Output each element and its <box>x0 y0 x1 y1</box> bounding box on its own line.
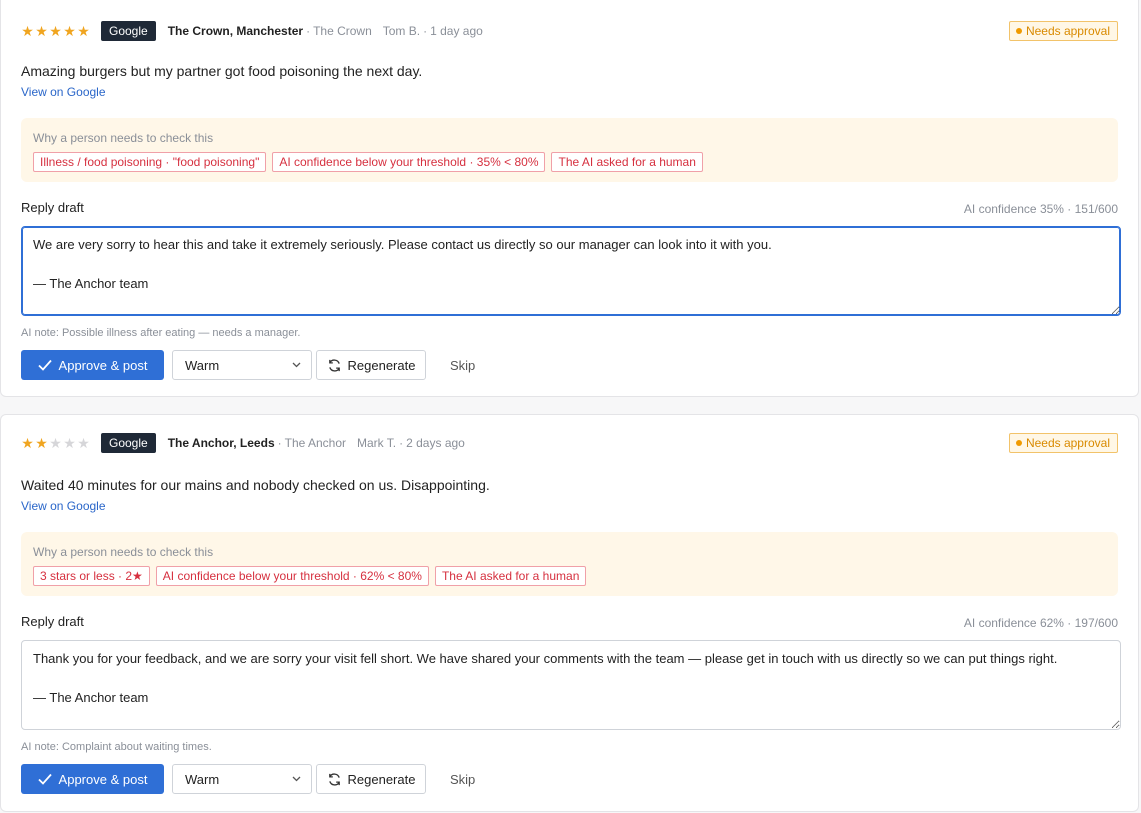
reasons-title: Why a person needs to check this <box>33 131 214 145</box>
reasons-list: Illness / food poisoning · "food poisoni… <box>33 152 703 172</box>
ai-confidence: AI confidence 35% · 151/600 <box>963 202 1118 216</box>
regenerate-button[interactable]: Regenerate <box>316 350 426 380</box>
review-header: ★ ★ ★ ★ ★ Google The Anchor, Leeds · The… <box>21 431 1118 455</box>
review-author: Tom B. <box>382 24 421 38</box>
tone-value: Warm <box>185 357 220 373</box>
review-actions: Approve & post Warm Regenerate Skip <box>21 764 475 794</box>
regenerate-label: Regenerate <box>347 357 416 373</box>
tone-select[interactable]: Warm <box>172 350 312 380</box>
review-card: ★ ★ ★ ★ ★ Google The Anchor, Leeds · The… <box>0 414 1139 812</box>
star-icon: ★ <box>35 22 48 39</box>
reason-chip: AI confidence below your threshold · 62%… <box>155 566 429 586</box>
approve-post-label: Approve & post <box>58 771 148 787</box>
star-empty-icon: ★ <box>77 434 90 451</box>
separator: · <box>277 436 282 450</box>
review-card: ★ ★ ★ ★ ★ Google The Crown, Manchester ·… <box>0 0 1139 397</box>
star-icon: ★ <box>77 22 90 39</box>
view-on-google-link[interactable]: View on Google <box>21 499 106 513</box>
approve-post-label: Approve & post <box>58 357 148 373</box>
review-author: Mark T. <box>357 436 397 450</box>
review-text: Amazing burgers but my partner got food … <box>21 63 423 79</box>
business-name: The Anchor, Leeds <box>167 436 275 450</box>
review-actions: Approve & post Warm Regenerate Skip <box>21 350 475 380</box>
status-badge: Needs approval <box>1008 21 1118 41</box>
star-rating: ★ ★ ★ ★ ★ <box>21 23 90 40</box>
reply-draft-label: Reply draft <box>21 614 84 629</box>
ai-note: AI note: Complaint about waiting times. <box>21 741 212 753</box>
review-time: 1 day ago <box>430 24 483 38</box>
check-icon <box>37 359 52 371</box>
review-reasons-panel: Why a person needs to check this Illness… <box>21 118 1118 182</box>
ai-note: AI note: Possible illness after eating —… <box>21 327 301 339</box>
separator: · <box>423 24 428 38</box>
tone-value: Warm <box>185 771 220 787</box>
review-reasons-panel: Why a person needs to check this 3 stars… <box>21 532 1118 596</box>
separator: · <box>306 24 311 38</box>
approve-post-button[interactable]: Approve & post <box>21 350 164 380</box>
refresh-icon <box>328 772 340 786</box>
status-dot-icon <box>1015 440 1022 446</box>
reasons-title: Why a person needs to check this <box>33 545 214 559</box>
star-icon: ★ <box>21 434 34 451</box>
status-label: Needs approval <box>1025 24 1110 38</box>
review-time: 2 days ago <box>406 436 465 450</box>
ai-confidence: AI confidence 62% · 197/600 <box>963 616 1118 630</box>
check-icon <box>37 773 52 785</box>
reason-chip: The AI asked for a human <box>434 566 587 586</box>
source-badge: Google <box>101 21 156 41</box>
refresh-icon <box>328 358 340 372</box>
star-icon: ★ <box>35 434 48 451</box>
reply-draft-textarea[interactable] <box>21 640 1121 730</box>
source-badge: Google <box>101 433 156 453</box>
reason-chip: Illness / food poisoning · "food poisoni… <box>33 152 267 172</box>
reply-draft-textarea[interactable] <box>21 226 1121 316</box>
status-dot-icon <box>1015 28 1022 34</box>
business-name: The Crown, Manchester <box>167 24 304 38</box>
reason-chip: AI confidence below your threshold · 35%… <box>272 152 546 172</box>
skip-button[interactable]: Skip <box>450 358 475 373</box>
star-empty-icon: ★ <box>63 434 76 451</box>
chevron-down-icon <box>292 776 301 782</box>
star-icon: ★ <box>63 22 76 39</box>
reason-chip: The AI asked for a human <box>551 152 703 172</box>
review-text: Waited 40 minutes for our mains and nobo… <box>21 477 490 493</box>
status-label: Needs approval <box>1025 436 1110 450</box>
reason-chip: 3 stars or less · 2★ <box>33 566 150 586</box>
venue-name: The Crown <box>313 24 372 38</box>
approve-post-button[interactable]: Approve & post <box>21 764 164 794</box>
regenerate-button[interactable]: Regenerate <box>316 764 426 794</box>
status-badge: Needs approval <box>1008 433 1118 453</box>
star-icon: ★ <box>21 22 34 39</box>
reasons-list: 3 stars or less · 2★ AI confidence below… <box>33 566 587 586</box>
star-icon: ★ <box>49 22 62 39</box>
skip-button[interactable]: Skip <box>450 772 475 787</box>
review-header: ★ ★ ★ ★ ★ Google The Crown, Manchester ·… <box>21 19 1118 43</box>
chevron-down-icon <box>292 362 301 368</box>
separator: · <box>399 436 404 450</box>
venue-name: The Anchor <box>284 436 346 450</box>
view-on-google-link[interactable]: View on Google <box>21 85 106 99</box>
regenerate-label: Regenerate <box>347 771 416 787</box>
reply-draft-label: Reply draft <box>21 200 84 215</box>
star-empty-icon: ★ <box>49 434 62 451</box>
tone-select[interactable]: Warm <box>172 764 312 794</box>
star-rating: ★ ★ ★ ★ ★ <box>21 435 90 452</box>
